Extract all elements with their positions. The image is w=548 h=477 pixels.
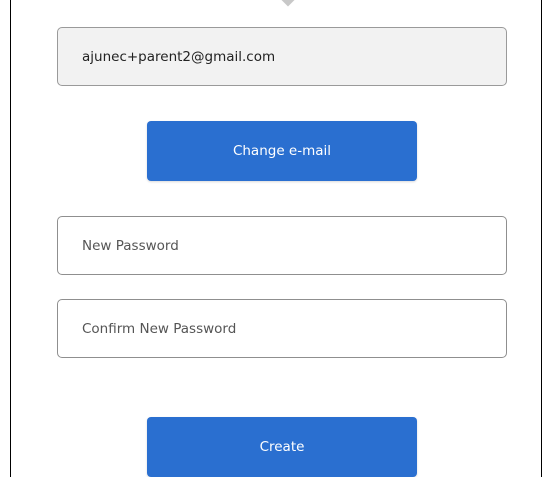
create-button[interactable]: Create: [147, 417, 417, 477]
password-setup-panel: ajunec+parent2@gmail.com Change e-mail C…: [0, 0, 548, 477]
email-field[interactable]: ajunec+parent2@gmail.com: [57, 27, 507, 86]
change-email-button[interactable]: Change e-mail: [147, 121, 417, 181]
confirm-new-password-input[interactable]: [57, 299, 507, 358]
panel-right-border: [541, 0, 542, 477]
panel-left-border: [10, 0, 11, 477]
caret-up-icon: [279, 0, 297, 8]
new-password-input[interactable]: [57, 216, 507, 275]
